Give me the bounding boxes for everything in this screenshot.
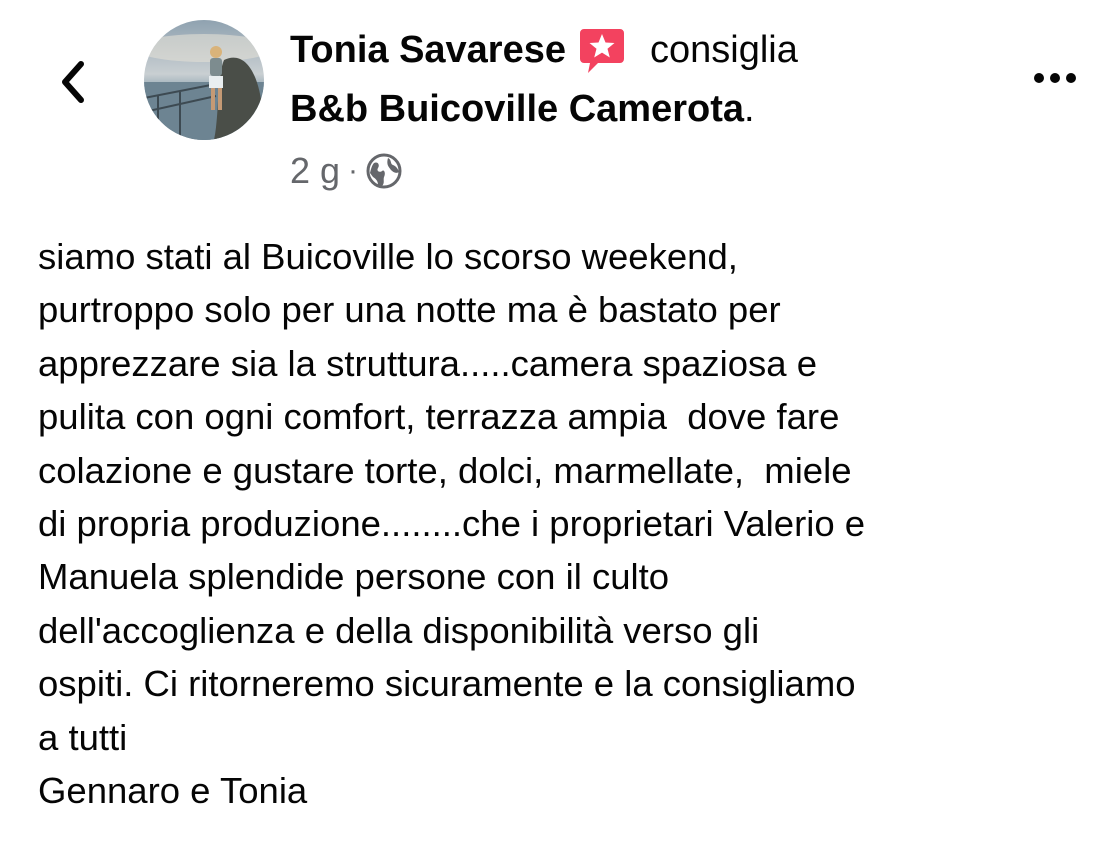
globe-icon[interactable] xyxy=(366,153,402,189)
avatar[interactable] xyxy=(144,20,264,140)
meta-separator: · xyxy=(348,154,359,187)
post-line: dell'accoglienza e della disponibilità v… xyxy=(38,609,760,651)
timestamp[interactable]: 2 g xyxy=(290,150,340,192)
post-header-line-2: B&b Buicoville Camerota. xyxy=(290,84,755,134)
post-line: Manuela splendide persone con il culto xyxy=(38,556,670,598)
post-line: purtroppo solo per una notte ma è bastat… xyxy=(38,289,781,331)
post-text: siamo stati al Buicoville lo scorso week… xyxy=(38,230,1098,817)
chevron-left-icon xyxy=(62,61,84,103)
more-options-button[interactable] xyxy=(1025,58,1085,98)
post-line: colazione e gustare torte, dolci, marmel… xyxy=(38,449,852,491)
author-name[interactable]: Tonia Savarese xyxy=(290,29,566,72)
more-horizontal-icon-dot-2 xyxy=(1050,73,1060,83)
post-line: siamo stati al Buicoville lo scorso week… xyxy=(38,236,738,277)
avatar-photo xyxy=(144,20,264,140)
post-line: a tutti xyxy=(38,716,128,758)
recommendation-star-icon xyxy=(578,25,626,75)
more-horizontal-icon-dot-3 xyxy=(1066,73,1076,83)
page-name-suffix: . xyxy=(744,87,755,130)
recommend-verb: consiglia xyxy=(650,28,798,71)
post-line: Gennaro e Tonia xyxy=(38,770,308,812)
post-header-line-1: Tonia Savarese consiglia xyxy=(290,24,798,76)
post-line: pulita con ogni comfort, terrazza ampia … xyxy=(38,396,840,438)
post-line: ospiti. Ci ritorneremo sicuramente e la … xyxy=(38,663,856,705)
back-button[interactable] xyxy=(48,52,96,112)
post-meta: 2 g · xyxy=(290,148,402,194)
page-name-link[interactable]: B&b Buicoville Camerota xyxy=(290,88,744,131)
more-horizontal-icon-dot-1 xyxy=(1034,73,1044,83)
post-line: di propria produzione........che i propr… xyxy=(38,503,866,545)
post-line: apprezzare sia la struttura.....camera s… xyxy=(38,342,818,384)
